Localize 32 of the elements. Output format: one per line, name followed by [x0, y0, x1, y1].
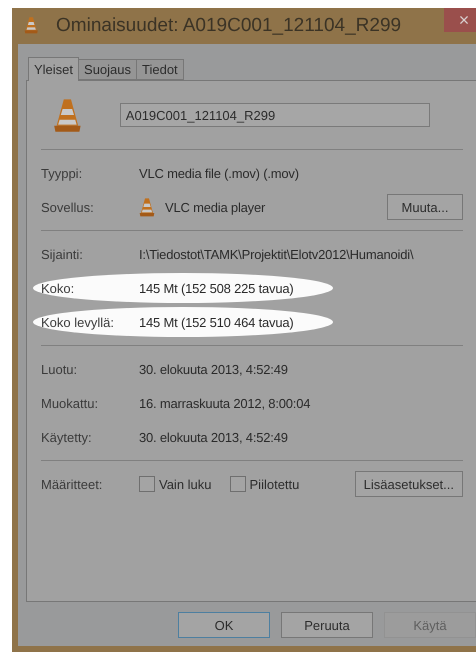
field-value: 16. marraskuuta 2012, 8:00:04 [139, 396, 310, 410]
cone-icon [53, 97, 82, 133]
window-title: Ominaisuudet: A019C001_121104_R299 [56, 15, 402, 37]
field-label: Muokattu: [41, 396, 100, 410]
field-value: VLC media file (.mov) (.mov) [139, 166, 299, 180]
checkbox[interactable]: Piilotettu [230, 476, 300, 492]
dialog-button[interactable]: OK [178, 612, 270, 638]
field-label: Määritteet: [41, 476, 104, 492]
field-label: Koko levyllä: [41, 314, 115, 330]
checkbox[interactable]: Vain luku [139, 476, 212, 492]
tab[interactable]: Yleiset [28, 57, 80, 81]
tab[interactable]: Tiedot [136, 59, 184, 80]
field-value: I:\Tiedostot\TAMK\Projektit\Elotv2012\Humanoidi\ [139, 246, 414, 262]
file-name-field[interactable]: A019C001_121104_R299 [120, 103, 430, 127]
field-label: Käytetty: [41, 430, 93, 444]
tab[interactable]: Suojaus [78, 59, 138, 80]
field-label: Sovellus: [41, 200, 95, 214]
field-label: Koko: [41, 280, 76, 296]
cone-icon [139, 197, 155, 217]
field-value: VLC media player [165, 200, 266, 214]
advanced-button[interactable]: Lisäasetukset... [354, 471, 463, 497]
field-label: Tyyppi: [41, 166, 84, 180]
dialog-button[interactable]: Peruuta [281, 612, 373, 638]
field-label: Sijainti: [41, 246, 84, 262]
field-value: 145 Mt (152 508 225 tavua) [139, 280, 294, 296]
close-button[interactable]: × [444, 8, 476, 32]
field-value: 30. elokuuta 2013, 4:52:49 [139, 430, 288, 444]
field-value: 30. elokuuta 2013, 4:52:49 [139, 362, 288, 376]
field-value: 145 Mt (152 510 464 tavua) [139, 314, 294, 330]
field-label: Luotu: [41, 362, 78, 376]
cone-icon [24, 16, 38, 34]
change-button[interactable]: Muuta... [387, 194, 463, 220]
